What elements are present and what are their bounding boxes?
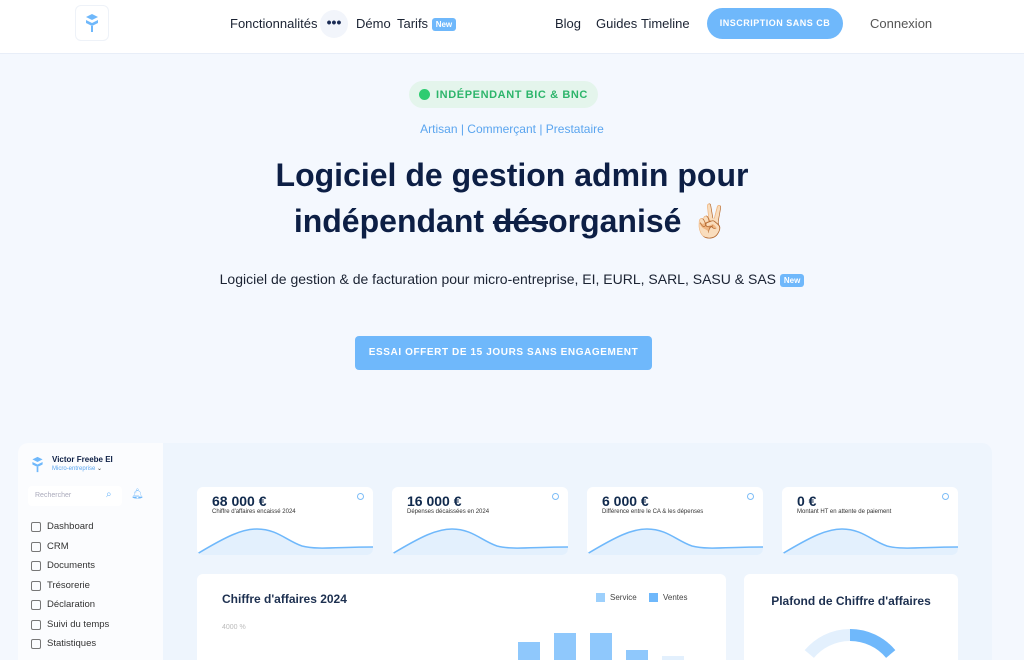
chart-line-icon <box>31 521 41 532</box>
title-line-1: Logiciel de gestion admin pour <box>275 157 749 193</box>
new-badge: New <box>431 18 457 32</box>
chart-bar <box>626 650 648 660</box>
sidebar-item-crm[interactable]: CRM <box>31 541 69 552</box>
legend-label: Service <box>610 593 637 602</box>
stat-card: 16 000 € Dépenses décaissées en 2024 <box>392 487 568 555</box>
stat-card: 6 000 € Différence entre le CA & les dépe… <box>587 487 763 555</box>
page-title: Logiciel de gestion admin pour indépenda… <box>0 152 1024 244</box>
info-icon[interactable] <box>552 493 559 500</box>
stat-value: 0 € <box>797 493 817 509</box>
description-text: Logiciel de gestion & de facturation pou… <box>219 271 777 287</box>
green-dot-icon <box>419 89 431 100</box>
stat-label: Montant HT en attente de paiement <box>797 509 892 515</box>
stat-card: 0 € Montant HT en attente de paiement <box>782 487 958 555</box>
title-pre: indépendant <box>293 203 493 239</box>
chart-bar <box>590 633 612 660</box>
stat-label: Chiffre d'affaires encaissé 2024 <box>212 509 296 515</box>
menu-label: Suivi du temps <box>47 619 110 630</box>
hero-subtitle: Artisan | Commerçant | Prestataire <box>420 122 604 136</box>
logo[interactable] <box>75 5 109 41</box>
stat-label: Différence entre le CA & les dépenses <box>602 509 704 515</box>
nav-tarifs-label: Tarifs <box>397 16 429 31</box>
stat-value: 16 000 € <box>407 493 462 509</box>
hero-description: Logiciel de gestion & de facturation pou… <box>0 271 1024 287</box>
nav-tarifs[interactable]: Tarifs New <box>397 16 457 32</box>
menu-label: Dashboard <box>47 521 94 532</box>
title-line-2: indépendant désorganisé ✌🏻 <box>0 198 1024 244</box>
search-icon[interactable]: ⌕ <box>106 489 112 501</box>
legend-service: Service <box>596 593 637 602</box>
login-link[interactable]: Connexion <box>870 16 932 31</box>
trial-button[interactable]: ESSAI OFFERT DE 15 JOURS SANS ENGAGEMENT <box>355 336 652 370</box>
info-icon[interactable] <box>747 493 754 500</box>
nav-fonctionnalites[interactable]: Fonctionnalités <box>230 16 317 31</box>
chart-bar <box>518 642 540 660</box>
user-name[interactable]: Victor Freebe EI <box>52 455 113 464</box>
company-type[interactable]: Micro-entreprise ⌄ <box>52 465 102 472</box>
nav-demo[interactable]: Démo <box>356 16 391 31</box>
title-post: organisé ✌🏻 <box>548 203 731 239</box>
sidebar-item-tresorerie[interactable]: Trésorerie <box>31 580 90 591</box>
sidebar-item-suivi-temps[interactable]: Suivi du temps <box>31 619 109 630</box>
new-badge: New <box>779 273 805 287</box>
chart-bar <box>662 656 684 660</box>
legend-label: Ventes <box>663 593 688 602</box>
legend-swatch <box>649 593 658 602</box>
badge-label: INDÉPENDANT BIC & BNC <box>436 88 588 101</box>
info-icon[interactable] <box>942 493 949 500</box>
legend-ventes: Ventes <box>649 593 687 602</box>
nav-guides[interactable]: Guides <box>596 16 637 31</box>
chart-bar <box>554 633 576 660</box>
gauge-fill <box>849 628 896 659</box>
menu-label: Documents <box>47 560 96 571</box>
sparkline <box>392 528 568 555</box>
file-icon <box>31 560 41 571</box>
menu-label: Statistiques <box>47 638 97 649</box>
sparkline <box>197 528 373 555</box>
revenue-chart-panel <box>197 574 726 660</box>
stat-card: 68 000 € Chiffre d'affaires encaissé 2024 <box>197 487 373 555</box>
stat-value: 6 000 € <box>602 493 649 509</box>
logo-icon <box>32 456 43 473</box>
sidebar-item-documents[interactable]: Documents <box>31 560 95 571</box>
sparkline <box>782 528 958 555</box>
signup-button[interactable]: INSCRIPTION SANS CB <box>707 8 843 39</box>
sidebar-item-dashboard[interactable]: Dashboard <box>31 521 93 532</box>
company-type-label: Micro-entreprise <box>52 466 96 472</box>
users-icon <box>31 541 41 552</box>
stat-label: Dépenses décaissées en 2024 <box>407 509 490 515</box>
stats-icon <box>31 638 41 649</box>
info-icon[interactable] <box>357 493 364 500</box>
form-icon <box>31 599 41 610</box>
nav-blog[interactable]: Blog <box>555 16 581 31</box>
nav-timeline[interactable]: Timeline <box>641 16 690 31</box>
sparkline <box>587 528 763 555</box>
title-strike: dés <box>492 203 549 239</box>
ceiling-title: Plafond de Chiffre d'affaires <box>771 594 931 608</box>
status-badge: INDÉPENDANT BIC & BNC <box>409 81 598 108</box>
chevron-down-icon: ⌄ <box>97 466 103 472</box>
menu-label: Déclaration <box>47 599 96 610</box>
clock-icon <box>31 619 41 630</box>
menu-label: CRM <box>47 541 69 552</box>
sidebar-item-statistiques[interactable]: Statistiques <box>31 638 96 649</box>
card-icon <box>31 580 41 591</box>
y-tick: 4000 % <box>222 624 246 631</box>
bell-icon[interactable]: 🔔︎ <box>131 489 144 501</box>
stat-value: 68 000 € <box>212 493 267 509</box>
top-nav: Fonctionnalités ••• Démo Tarifs New Blog… <box>0 0 1024 54</box>
legend-swatch <box>596 593 605 602</box>
menu-label: Trésorerie <box>47 580 90 591</box>
sidebar-item-declaration[interactable]: Déclaration <box>31 599 95 610</box>
ceiling-gauge <box>804 628 896 659</box>
ellipsis-icon[interactable]: ••• <box>320 10 348 38</box>
chart-title: Chiffre d'affaires 2024 <box>222 592 347 606</box>
